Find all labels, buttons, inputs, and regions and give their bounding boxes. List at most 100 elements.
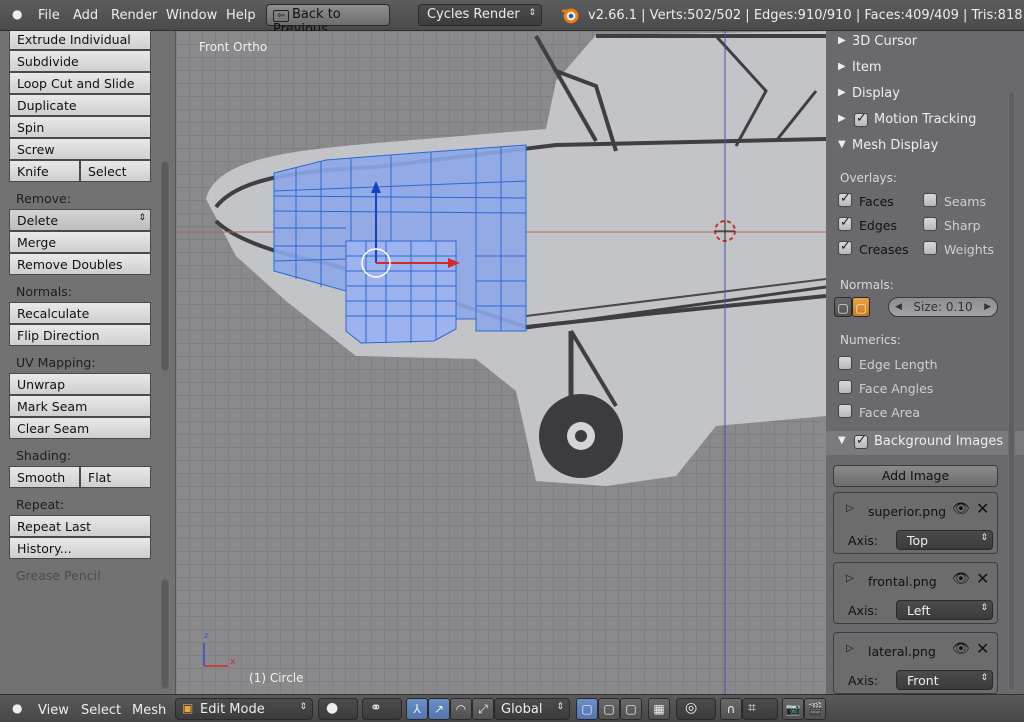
limit-selection-icon[interactable]: ▦	[648, 698, 670, 720]
edges-checkbox[interactable]	[838, 215, 852, 231]
snap-toggle-icon[interactable]: ∩	[720, 698, 742, 720]
face-angles-label: Face Angles	[859, 381, 934, 396]
seams-checkbox[interactable]	[923, 193, 937, 207]
updown-arrows-icon: ⇕	[980, 673, 988, 683]
eye-icon[interactable]: 👁	[952, 501, 970, 517]
3d-viewport[interactable]: Front Ortho (1) Circle z x	[176, 31, 826, 694]
mark-seam-button[interactable]: Mark Seam	[9, 395, 151, 417]
sharp-label: Sharp	[944, 218, 981, 233]
screw-button[interactable]: Screw	[9, 138, 151, 160]
3d-cursor-panel-header[interactable]: ▶ 3D Cursor	[826, 31, 1024, 55]
normal-size-field[interactable]: ◀ Size: 0.10 ▶	[888, 297, 998, 317]
display-panel-header[interactable]: ▶ Display	[826, 83, 1024, 107]
close-icon[interactable]: ✕	[976, 499, 989, 518]
background-images-checkbox[interactable]	[854, 433, 868, 449]
tool-shelf-scrollbar[interactable]	[161, 161, 169, 371]
subdivide-button[interactable]: Subdivide	[9, 50, 151, 72]
knife-button[interactable]: Knife	[9, 160, 80, 182]
menu-file[interactable]: File	[38, 8, 60, 23]
flat-button[interactable]: Flat	[80, 466, 151, 488]
rotate-manipulator-icon[interactable]: ◠	[450, 698, 472, 720]
editor-type-icon[interactable]: ●	[12, 7, 22, 21]
loop-cut-button[interactable]: Loop Cut and Slide	[9, 72, 151, 94]
face-select-icon[interactable]: ▢	[620, 698, 642, 720]
shading-label: Shading:	[16, 448, 71, 463]
tool-shelf-scrollbar-lower[interactable]	[161, 579, 169, 689]
extrude-individual-button[interactable]: Extrude Individual	[9, 31, 151, 50]
snap-element-select[interactable]: ⌗	[742, 698, 778, 720]
decrement-arrow-icon[interactable]: ◀	[895, 298, 902, 316]
updown-arrows-icon: ⇕	[556, 702, 564, 712]
merge-button[interactable]: Merge	[9, 231, 151, 253]
eye-icon[interactable]: 👁	[952, 641, 970, 657]
translate-manipulator-icon[interactable]: ↗	[428, 698, 450, 720]
clear-seam-button[interactable]: Clear Seam	[9, 417, 151, 439]
menu-select[interactable]: Select	[81, 703, 121, 718]
axis-select[interactable]: Top ⇕	[896, 530, 993, 550]
unwrap-button[interactable]: Unwrap	[9, 373, 151, 395]
menu-view[interactable]: View	[38, 703, 69, 718]
3d-view-header: ● View Select Mesh ▣ Edit Mode ⇕ ● ⚭ ⅄ ↗…	[0, 694, 1024, 722]
close-icon[interactable]: ✕	[976, 569, 989, 588]
edge-length-checkbox[interactable]	[838, 356, 852, 370]
axis-z-label: z	[204, 631, 209, 641]
collapsed-triangle-icon: ▶	[838, 113, 846, 124]
menu-window[interactable]: Window	[166, 8, 217, 23]
editor-type-icon[interactable]: ●	[12, 701, 22, 715]
motion-tracking-checkbox[interactable]	[854, 111, 868, 127]
spin-button[interactable]: Spin	[9, 116, 151, 138]
menu-help[interactable]: Help	[226, 8, 256, 23]
vertex-select-icon[interactable]: ▢	[576, 698, 598, 720]
vertex-normals-icon[interactable]: ▢	[834, 297, 852, 317]
creases-checkbox[interactable]	[838, 239, 852, 255]
knife-select-button[interactable]: Select	[80, 160, 151, 182]
opengl-render-image-icon[interactable]: 📷	[782, 698, 804, 720]
manipulator-toggle-icon[interactable]: ⅄	[406, 698, 428, 720]
properties-scrollbar[interactable]	[1008, 91, 1015, 691]
face-normals-icon[interactable]: ▢	[852, 297, 870, 317]
item-panel-header[interactable]: ▶ Item	[826, 57, 1024, 81]
delete-menu-button[interactable]: Delete ⇕	[9, 209, 151, 231]
axis-select[interactable]: Front ⇕	[896, 670, 993, 690]
repeat-last-button[interactable]: Repeat Last	[9, 515, 151, 537]
history-button[interactable]: History...	[9, 537, 151, 559]
menu-render[interactable]: Render	[111, 8, 157, 23]
collapsed-triangle-icon[interactable]: ▷	[846, 643, 854, 654]
smooth-button[interactable]: Smooth	[9, 466, 80, 488]
transform-orientation-select[interactable]: Global ⇕	[494, 698, 570, 720]
weights-checkbox[interactable]	[923, 241, 937, 255]
motion-tracking-panel-header[interactable]: ▶ Motion Tracking	[826, 109, 1024, 133]
background-images-panel-header[interactable]: ▼ Background Images	[826, 431, 1024, 455]
back-to-previous-button[interactable]: ⇦ Back to Previous	[266, 4, 390, 37]
scale-manipulator-icon[interactable]: ⤢	[472, 698, 494, 720]
recalculate-button[interactable]: Recalculate	[9, 302, 151, 324]
pivot-point-select[interactable]: ⚭	[362, 698, 402, 720]
duplicate-button[interactable]: Duplicate	[9, 94, 151, 116]
opengl-render-animation-icon[interactable]: 🎬	[804, 698, 826, 720]
mesh-display-panel-header[interactable]: ▼ Mesh Display	[826, 135, 1024, 159]
faces-checkbox[interactable]	[838, 191, 852, 207]
render-engine-select[interactable]: Cycles Render ⇕	[418, 4, 542, 26]
edge-select-icon[interactable]: ▢	[598, 698, 620, 720]
proportional-edit-select[interactable]: ◎	[676, 698, 716, 720]
menu-add[interactable]: Add	[73, 8, 98, 23]
viewport-shading-select[interactable]: ●	[318, 698, 358, 720]
eye-icon[interactable]: 👁	[952, 571, 970, 587]
flip-direction-button[interactable]: Flip Direction	[9, 324, 151, 346]
close-icon[interactable]: ✕	[976, 639, 989, 658]
axis-label: Axis:	[848, 533, 879, 548]
increment-arrow-icon[interactable]: ▶	[984, 298, 991, 316]
face-area-checkbox[interactable]	[838, 404, 852, 418]
axis-select[interactable]: Left ⇕	[896, 600, 993, 620]
axis-label: Axis:	[848, 673, 879, 688]
sharp-checkbox[interactable]	[923, 217, 937, 231]
updown-arrows-icon: ⇕	[980, 533, 988, 543]
menu-mesh[interactable]: Mesh	[132, 703, 166, 718]
active-object-label: (1) Circle	[249, 671, 304, 685]
mode-select[interactable]: ▣ Edit Mode ⇕	[175, 698, 313, 720]
face-angles-checkbox[interactable]	[838, 380, 852, 394]
collapsed-triangle-icon[interactable]: ▷	[846, 573, 854, 584]
collapsed-triangle-icon[interactable]: ▷	[846, 503, 854, 514]
remove-doubles-button[interactable]: Remove Doubles	[9, 253, 151, 275]
add-image-button[interactable]: Add Image	[833, 465, 998, 487]
